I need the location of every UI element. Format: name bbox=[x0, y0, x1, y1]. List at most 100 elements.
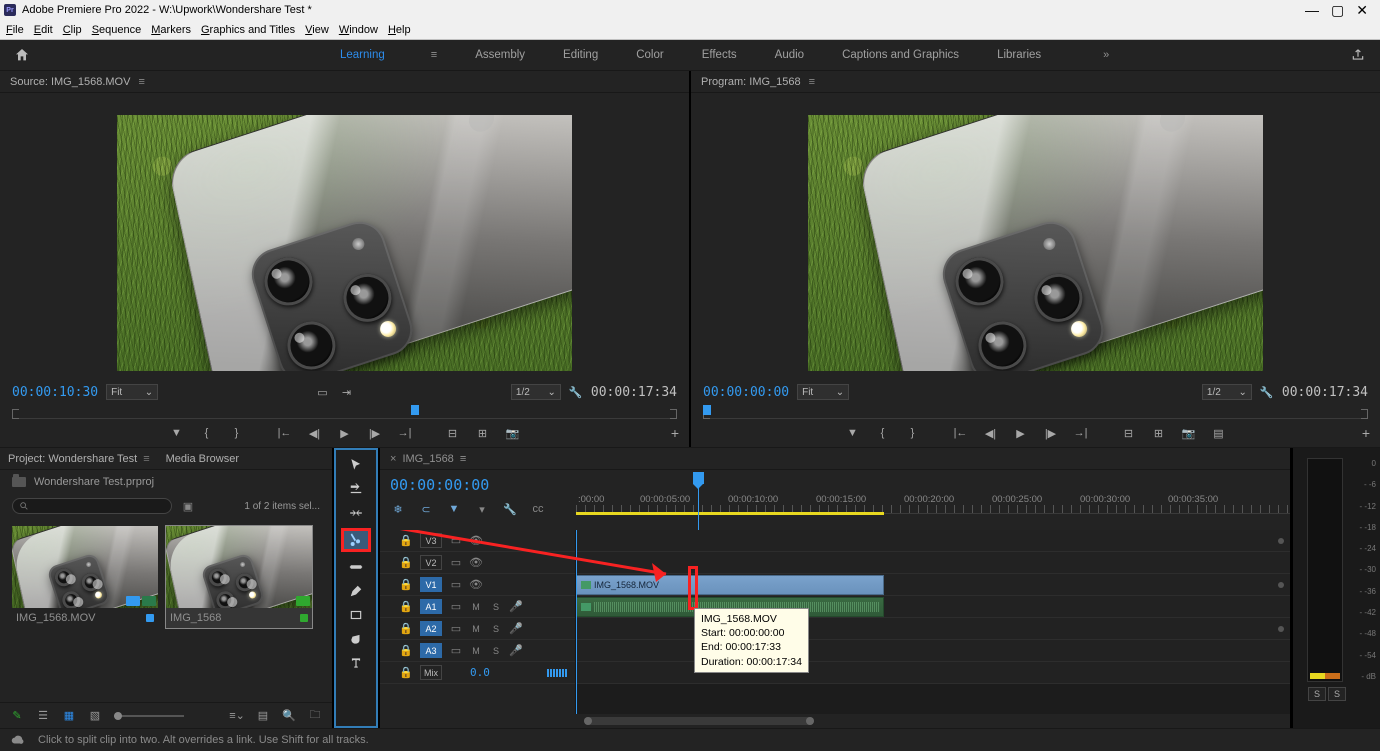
toggle-output-icon[interactable]: ▭ bbox=[450, 601, 462, 613]
rectangle-tool[interactable] bbox=[342, 606, 370, 624]
go-to-out-icon[interactable]: →| bbox=[1073, 425, 1089, 441]
composite-icon[interactable]: ⇥ bbox=[339, 385, 355, 399]
linked-selection-icon[interactable]: ⊂ bbox=[418, 502, 434, 516]
minimize-button[interactable]: — bbox=[1305, 2, 1319, 19]
voice-over-icon[interactable]: 🎤 bbox=[510, 645, 522, 657]
step-forward-icon[interactable]: |▶ bbox=[1043, 425, 1059, 441]
mark-out-icon[interactable]: } bbox=[229, 425, 245, 441]
program-scale-select[interactable]: 1/2⌄ bbox=[1202, 384, 1252, 400]
bin-item[interactable]: IMG_1568 bbox=[166, 526, 312, 628]
toggle-output-icon[interactable]: ▭ bbox=[450, 623, 462, 635]
visibility-icon[interactable]: 👁 bbox=[470, 535, 482, 547]
workspace-tab-editing[interactable]: Editing bbox=[563, 49, 598, 61]
track-label-a1[interactable]: A1 bbox=[420, 599, 442, 614]
solo-button[interactable]: S bbox=[490, 624, 502, 634]
share-icon[interactable] bbox=[1350, 48, 1366, 62]
label-color-dot[interactable] bbox=[300, 614, 308, 622]
menu-graphics[interactable]: Graphics and Titles bbox=[201, 24, 295, 36]
lock-icon[interactable]: 🔒 bbox=[400, 601, 412, 613]
panel-menu-icon[interactable]: ≡ bbox=[460, 453, 466, 465]
source-playhead-tc[interactable]: 00:00:10:30 bbox=[12, 385, 98, 400]
mix-label[interactable]: Mix bbox=[420, 665, 442, 680]
voice-over-icon[interactable]: 🎤 bbox=[510, 601, 522, 613]
ripple-edit-tool[interactable] bbox=[342, 504, 370, 522]
go-to-in-icon[interactable]: |← bbox=[277, 425, 293, 441]
source-scale-select[interactable]: 1/2⌄ bbox=[511, 384, 561, 400]
source-fit-select[interactable]: Fit⌄ bbox=[106, 384, 158, 400]
lock-icon[interactable]: 🔒 bbox=[400, 535, 412, 547]
freeform-view-icon[interactable]: ▧ bbox=[88, 709, 102, 723]
find-icon[interactable]: 🔍 bbox=[282, 709, 296, 723]
visibility-icon[interactable]: 👁 bbox=[470, 579, 482, 591]
track-label-a3[interactable]: A3 bbox=[420, 643, 442, 658]
add-marker-icon[interactable]: ▼ bbox=[845, 425, 861, 441]
lock-icon[interactable]: 🔒 bbox=[400, 579, 412, 591]
timeline-ruler[interactable]: :00:00 00:00:05:00 00:00:10:00 00:00:15:… bbox=[576, 470, 1290, 530]
export-frame-icon[interactable]: 📷 bbox=[1181, 425, 1197, 441]
track-label-v2[interactable]: V2 bbox=[420, 555, 442, 570]
panel-menu-icon[interactable]: ≡ bbox=[809, 76, 815, 88]
menu-edit[interactable]: Edit bbox=[34, 24, 53, 36]
icon-view-icon[interactable]: ▦ bbox=[62, 709, 76, 723]
workspace-tab-effects[interactable]: Effects bbox=[702, 49, 737, 61]
timeline-settings-icon[interactable]: 🔧 bbox=[502, 502, 518, 516]
play-icon[interactable]: ▶ bbox=[1013, 425, 1029, 441]
track-label-v1[interactable]: V1 bbox=[420, 577, 442, 592]
new-bin-icon[interactable]: 🗀 bbox=[308, 709, 322, 723]
button-editor-icon[interactable]: + bbox=[671, 425, 679, 441]
pen-tool[interactable] bbox=[342, 582, 370, 600]
timeline-marker-icon[interactable]: ▾ bbox=[474, 502, 490, 516]
settings-wrench-icon[interactable]: 🔧 bbox=[1260, 386, 1274, 399]
mute-button[interactable]: M bbox=[470, 646, 482, 656]
solo-left-button[interactable]: S bbox=[1308, 687, 1326, 701]
work-area-bar[interactable] bbox=[576, 512, 884, 515]
sort-icon[interactable]: ≡⌄ bbox=[230, 709, 244, 723]
menu-help[interactable]: Help bbox=[388, 24, 411, 36]
export-frame-icon[interactable]: 📷 bbox=[505, 425, 521, 441]
lock-icon[interactable]: 🔒 bbox=[400, 623, 412, 635]
menu-clip[interactable]: Clip bbox=[63, 24, 82, 36]
close-sequence-icon[interactable]: × bbox=[390, 453, 396, 465]
insert-icon[interactable]: ⊟ bbox=[445, 425, 461, 441]
label-color-dot[interactable] bbox=[146, 614, 154, 622]
program-monitor[interactable] bbox=[691, 93, 1380, 383]
go-to-out-icon[interactable]: →| bbox=[397, 425, 413, 441]
workspace-tab-captions[interactable]: Captions and Graphics bbox=[842, 49, 959, 61]
slip-tool[interactable] bbox=[342, 558, 370, 576]
panel-menu-icon[interactable]: ≡ bbox=[138, 76, 144, 88]
mute-button[interactable]: M bbox=[470, 602, 482, 612]
lock-icon[interactable]: 🔒 bbox=[400, 557, 412, 569]
source-mini-timeline[interactable] bbox=[12, 407, 677, 419]
source-monitor[interactable] bbox=[0, 93, 689, 383]
sequence-name[interactable]: IMG_1568 bbox=[402, 453, 453, 465]
step-back-icon[interactable]: ◀| bbox=[983, 425, 999, 441]
type-tool[interactable] bbox=[342, 654, 370, 672]
mute-button[interactable]: M bbox=[470, 624, 482, 634]
project-search-input[interactable] bbox=[12, 498, 172, 514]
menu-view[interactable]: View bbox=[305, 24, 329, 36]
workspace-overflow-icon[interactable]: » bbox=[1103, 49, 1109, 61]
workspace-tab-libraries[interactable]: Libraries bbox=[997, 49, 1041, 61]
captions-icon[interactable]: cc bbox=[530, 502, 546, 516]
workspace-tab-menu-icon[interactable]: ≡ bbox=[431, 49, 437, 61]
settings-wrench-icon[interactable]: 🔧 bbox=[569, 386, 583, 399]
menu-file[interactable]: File bbox=[6, 24, 24, 36]
visibility-icon[interactable]: 👁 bbox=[470, 557, 482, 569]
thumbnail-zoom-slider[interactable] bbox=[114, 715, 184, 717]
hand-tool[interactable] bbox=[342, 630, 370, 648]
program-fit-select[interactable]: Fit⌄ bbox=[797, 384, 849, 400]
toggle-output-icon[interactable]: ▭ bbox=[450, 535, 462, 547]
video-clip[interactable]: IMG_1568.MOV bbox=[576, 575, 884, 595]
step-forward-icon[interactable]: |▶ bbox=[367, 425, 383, 441]
workspace-tab-assembly[interactable]: Assembly bbox=[475, 49, 525, 61]
list-view-icon[interactable]: ☰ bbox=[36, 709, 50, 723]
menu-window[interactable]: Window bbox=[339, 24, 378, 36]
toggle-output-icon[interactable]: ▭ bbox=[450, 645, 462, 657]
new-item-pencil-icon[interactable]: ✎ bbox=[10, 709, 24, 723]
mark-out-icon[interactable]: } bbox=[905, 425, 921, 441]
snap-icon[interactable]: ❄ bbox=[390, 502, 406, 516]
add-marker-icon[interactable]: ▼ bbox=[169, 425, 185, 441]
mix-value[interactable]: 0.0 bbox=[470, 666, 490, 679]
lift-icon[interactable]: ⊟ bbox=[1121, 425, 1137, 441]
mark-in-icon[interactable]: { bbox=[875, 425, 891, 441]
